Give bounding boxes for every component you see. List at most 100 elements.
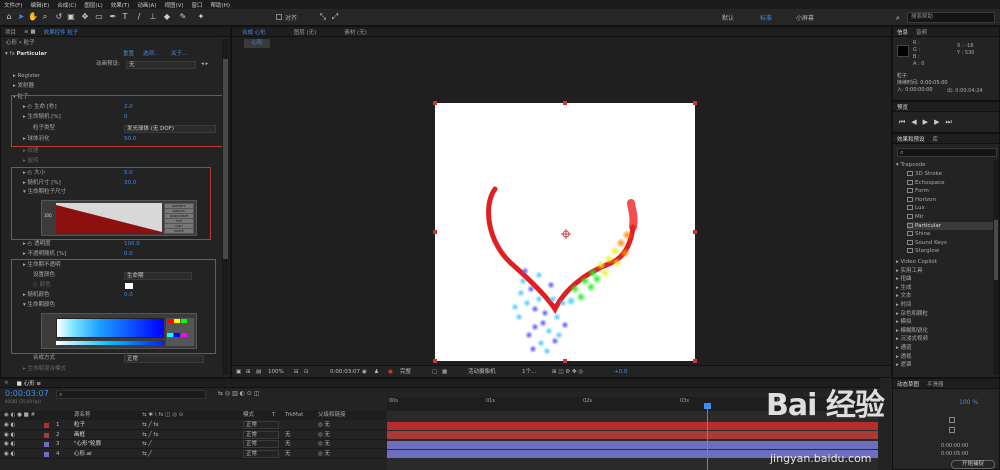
viewer-timecode[interactable]: 0:00:03:07 — [330, 366, 360, 378]
preset-dropdown[interactable]: 无 — [126, 61, 196, 69]
color-over-life-row[interactable]: ▾ 生命期颜色 — [23, 301, 55, 310]
lock-icon[interactable]: ≡ ■ — [24, 29, 36, 35]
background-checkbox[interactable] — [949, 427, 955, 433]
zoom-level[interactable]: 100% — [268, 366, 284, 378]
menu-item-8[interactable]: 帮助(H) — [211, 1, 230, 9]
views-dropdown[interactable]: 1个... — [522, 366, 536, 378]
effect-category-10[interactable]: ▸ 通道 — [896, 344, 912, 352]
comp-canvas[interactable] — [433, 101, 697, 363]
pen-tool-icon[interactable]: ✒ — [108, 12, 118, 22]
preset-nav-icons[interactable]: ◂ ▸ — [201, 60, 208, 69]
text-tool-icon[interactable]: T — [120, 12, 130, 22]
help-search-input[interactable]: 搜索帮助 — [907, 12, 995, 23]
graph-button-4[interactable]: COPY — [165, 224, 193, 228]
effect-category-7[interactable]: ▸ 模拟 — [896, 318, 912, 326]
col-mode[interactable]: 模式 — [243, 411, 254, 420]
camera-tool-icon[interactable]: ▣ — [66, 12, 76, 22]
tab-timeline-comp[interactable]: ■ 心形 ≡ — [17, 379, 41, 387]
color-channel-icon[interactable]: ● — [388, 366, 393, 378]
menu-item-3[interactable]: 图层(L) — [84, 1, 102, 9]
expand-icon[interactable]: ▾ — [5, 51, 8, 57]
life-value[interactable]: 2.0 — [124, 103, 133, 112]
tab-layer[interactable]: 图层 (无) — [294, 28, 317, 36]
roto-brush-tool-icon[interactable]: ✎ — [178, 12, 188, 22]
graph-button-2[interactable]: RANDOMIZE — [165, 214, 193, 218]
graph-button-5[interactable]: PASTE — [165, 229, 193, 233]
pan-behind-tool-icon[interactable]: ✥ — [80, 12, 90, 22]
tab-effects-presets[interactable]: 效果和预设 — [897, 135, 925, 143]
hand-tool-icon[interactable]: ✋ — [28, 12, 38, 22]
capture-speed[interactable]: 100 % — [959, 399, 978, 406]
transfer-mode-row[interactable]: ▸ 生命期混合模式 — [23, 365, 66, 374]
show-snapshot-icon[interactable]: ♟ — [374, 366, 379, 378]
rotate-tool-icon[interactable]: ↺ — [54, 12, 64, 22]
wireframe-checkbox[interactable] — [949, 417, 955, 423]
options-link[interactable]: 选项... — [143, 50, 159, 59]
tab-library[interactable]: 库 — [933, 135, 939, 143]
close-icon[interactable]: × — [4, 380, 9, 386]
grid-icon[interactable]: ⊟ — [294, 366, 299, 378]
preview-icon[interactable]: ▣ — [236, 366, 241, 378]
timeline-switch-icons[interactable]: ⇆ ◎ ▥ ◐ ⊙ ◫ — [218, 390, 259, 397]
mask-icon[interactable]: ▤ — [256, 366, 261, 378]
emitter-row[interactable]: ▸ 发射器 — [13, 82, 34, 91]
menu-item-5[interactable]: 动画(A) — [137, 1, 156, 9]
tab-info[interactable]: 信息 — [897, 28, 908, 36]
playback-controls[interactable]: ⏮◀▶▶⏭ — [899, 118, 958, 127]
timeline-layer-row[interactable]: ◉ ◐ 1 粒子 ⇆ ╱ fx 正常 ◎ 无 — [0, 421, 386, 430]
tab-audio[interactable]: 音频 — [916, 28, 927, 36]
color-swatch[interactable] — [125, 283, 133, 289]
sphere-feather-value[interactable]: 50.0 — [124, 135, 136, 144]
gradient-stop-track[interactable] — [56, 341, 164, 345]
fx-icon[interactable]: fx — [10, 51, 15, 57]
texture-row[interactable]: ▸ 纹理 — [23, 147, 39, 156]
guides-icon[interactable]: ⊞ — [246, 366, 251, 378]
zoom-tool-icon[interactable]: ⌕ — [40, 12, 50, 22]
menu-item-2[interactable]: 合成(C) — [57, 1, 76, 9]
reset-link[interactable]: 重置 — [123, 50, 134, 59]
timeline-layer-row[interactable]: ◉ ◐ 2 画框 ⇆ ╱ fx 正常无 ◎ 无 — [0, 430, 386, 440]
workspace-small-screen[interactable]: 小屏幕 — [796, 13, 814, 22]
graph-button-3[interactable]: FLIP — [165, 219, 193, 223]
effect-category-9[interactable]: ▸ 沉浸式视频 — [896, 335, 928, 343]
snapshot-icon[interactable]: ◉ — [362, 366, 367, 378]
snap-icon[interactable]: ⤡ — [318, 12, 328, 22]
size-over-life-row[interactable]: ▾ 生命期粒子尺寸 — [23, 188, 66, 197]
color-over-life-gradient[interactable] — [41, 313, 197, 349]
register-row[interactable]: ▸ Register — [13, 72, 40, 81]
roi-icon[interactable]: ▢ — [432, 366, 437, 378]
camera-dropdown[interactable]: 活动摄像机 — [468, 366, 496, 378]
effect-item-starglow[interactable]: Starglow — [907, 247, 993, 255]
timeline-layer-row[interactable]: ◉ ◐ 4 心形.ai ⇆ ╱ 正常无 ◎ 无 — [0, 449, 386, 459]
menu-item-6[interactable]: 视图(V) — [164, 1, 183, 9]
tab-smoother[interactable]: 平滑器 — [927, 380, 944, 388]
exposure-value[interactable]: +0.0 — [614, 366, 627, 378]
effect-controls-scrollbar[interactable] — [222, 39, 229, 375]
current-time-indicator[interactable] — [707, 405, 708, 470]
playhead-handle[interactable] — [704, 403, 711, 409]
effect-item-shine[interactable]: Shine — [907, 230, 993, 238]
brush-tool-icon[interactable]: / — [134, 12, 144, 22]
tab-motion-sketch[interactable]: 动态草图 — [897, 380, 919, 388]
tab-effect-controls[interactable]: 效果控件 粒子 — [44, 28, 79, 36]
menu-item-4[interactable]: 效果(T) — [111, 1, 130, 9]
puppet-tool-icon[interactable]: ✦ — [196, 12, 206, 22]
timeline-search-input[interactable]: ⌕ — [56, 390, 206, 399]
effect-item-particular[interactable]: Particular — [907, 221, 993, 230]
rectangle-tool-icon[interactable]: ▭ — [94, 12, 104, 22]
layer-duration-bar[interactable] — [387, 440, 878, 449]
col-parent[interactable]: 父级和链接 — [318, 411, 346, 420]
layer-duration-bar[interactable] — [387, 431, 878, 439]
effect-item-horizon[interactable]: Horizon — [907, 196, 993, 204]
snap-options-icon[interactable]: ⤢ — [330, 12, 340, 22]
effect-item-3d-stroke[interactable]: 3D Stroke — [907, 170, 993, 178]
trapcode-folder[interactable]: ▾ Trapcode — [896, 161, 925, 169]
effect-category-5[interactable]: ▸ 时间 — [896, 301, 912, 309]
resolution-dropdown[interactable]: 完整 — [400, 366, 411, 378]
eraser-tool-icon[interactable]: ◆ — [162, 12, 172, 22]
start-capture-button[interactable]: 开始捕捉 — [951, 460, 995, 469]
menu-item-7[interactable]: 窗口 — [192, 1, 203, 9]
home-icon[interactable]: ⌂ — [4, 12, 14, 22]
graph-button-1[interactable]: SMOOTH — [165, 209, 193, 213]
view-icons[interactable]: ⊞ ◫ ⚙ ✤ ◎ — [552, 366, 583, 378]
